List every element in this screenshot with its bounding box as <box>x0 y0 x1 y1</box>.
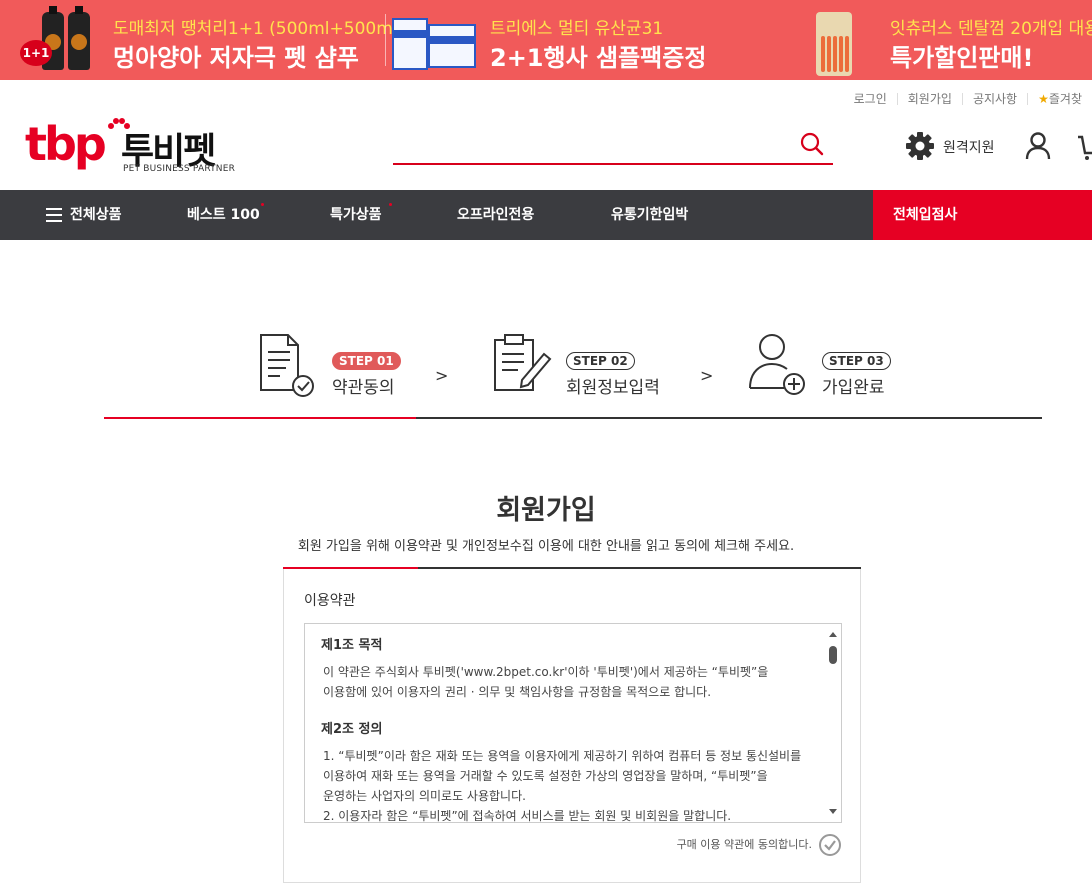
terms-section: 이용약관 제1조 목적 이 약관은 주식회사 투비펫('www.2bpet.co… <box>283 567 861 883</box>
article-text: 운영하는 사업자의 의미로도 사용합니다. <box>323 789 526 803</box>
dental-gum-image <box>816 12 852 76</box>
step-label: 약관동의 <box>332 378 395 398</box>
check-circle-icon <box>819 834 841 856</box>
gear-icon <box>906 132 934 160</box>
site-logo[interactable]: tbp 투비펫 PET BUSINESS PARTNER <box>25 117 235 174</box>
clipboard-edit-icon <box>494 334 552 391</box>
terms-top-line <box>283 567 861 569</box>
remote-support-label: 원격지원 <box>943 140 995 156</box>
scroll-down-icon[interactable] <box>829 809 837 814</box>
terms-agree-checkbox[interactable]: 구매 이용 약관에 동의합니다. <box>677 833 842 857</box>
search-bar <box>393 127 833 165</box>
promo-line1: 잇츄러스 덴탈껌 20개입 대용량 <box>890 19 1092 39</box>
shampoo-bottle-image <box>68 6 90 70</box>
article-text: 이용함에 있어 이용자의 권리 · 의무 및 책임사항을 규정함을 목적으로 합… <box>323 685 712 699</box>
bookmark-link[interactable]: ★즐겨찾 <box>1027 93 1092 105</box>
promo-line1: 도매최저 땡처리1+1 (500ml+500ml) <box>113 19 405 39</box>
menu-icon <box>46 208 62 222</box>
step-progress-line <box>104 417 1042 419</box>
promo-line1: 트리에스 멀티 유산균31 <box>490 19 664 39</box>
article-title: 제2조 정의 <box>321 722 383 737</box>
join-link[interactable]: 회원가입 <box>896 93 962 105</box>
promo-line2: 멍아양아 저자극 펫 샴푸 <box>113 44 359 72</box>
promo-item-dentalgum[interactable]: 잇츄러스 덴탈껌 20개입 대용량 특가할인판매! <box>790 0 1092 80</box>
bookmark-label: 즐겨찾 <box>1048 92 1082 106</box>
terms-agree-label: 구매 이용 약관에 동의합니다. <box>676 838 812 851</box>
article-text: 1. “투비펫”이라 함은 재화 또는 용역을 이용자에게 제공하기 위하여 컴… <box>323 749 802 763</box>
probiotic-box-image <box>392 18 428 70</box>
page-description: 회원 가입을 위해 이용약관 및 개인정보수집 이용에 대한 안내를 읽고 동의… <box>297 539 795 554</box>
search-icon[interactable] <box>799 131 825 157</box>
step-badge: STEP 01 <box>332 352 401 370</box>
promo-item-probiotic[interactable]: 트리에스 멀티 유산균31 2+1행사 샘플팩증정 <box>386 0 786 80</box>
terms-scrollbar[interactable] <box>825 624 841 822</box>
nav-item-best[interactable]: 베스트 100 <box>187 190 260 240</box>
signup-steps: STEP 01 약관동의 > STEP 02 회원정보입력 > STEP 03 … <box>104 320 1042 420</box>
step-label: 회원정보입력 <box>566 378 660 398</box>
article-title: 제1조 목적 <box>321 638 383 653</box>
promo-line2: 특가할인판매! <box>890 44 1034 72</box>
nav-item-all[interactable]: 전체상품 <box>70 190 122 240</box>
nav-item-wholesale[interactable]: 전체입점사 <box>873 190 1092 240</box>
promo-badge: 1+1 <box>20 40 52 66</box>
step-badge: STEP 02 <box>566 352 635 370</box>
article-text: 2. 이용자라 함은 “투비펫”에 접속하여 서비스를 받는 회원 및 비회원을… <box>323 809 732 823</box>
logo-mark: tbp <box>25 117 107 171</box>
scroll-up-icon[interactable] <box>829 632 837 637</box>
util-links: 로그인 회원가입 공지사항 ★즐겨찾 <box>844 92 1092 106</box>
nav-item-sale[interactable]: 특가상품 <box>330 190 382 240</box>
nav-item-wholesale-label: 전체입점사 <box>893 207 958 223</box>
terms-scrollbox[interactable]: 제1조 목적 이 약관은 주식회사 투비펫('www.2bpet.co.kr'이… <box>304 623 842 823</box>
article-text: 이용하여 재화 또는 용역을 거래할 수 있도록 설정한 가상의 영업장을 말하… <box>323 769 768 783</box>
nav-item-offline[interactable]: 오프라인전용 <box>457 190 534 240</box>
step-arrow: > <box>435 366 449 385</box>
page-title: 회원가입 <box>496 495 596 526</box>
user-icon[interactable] <box>1024 131 1052 161</box>
star-icon: ★ <box>1038 92 1049 106</box>
user-add-icon <box>749 334 805 395</box>
scroll-thumb[interactable] <box>829 646 837 664</box>
probiotic-box-image <box>428 24 476 68</box>
promo-banner: 1+1 도매최저 땡처리1+1 (500ml+500ml) 멍아양아 저자극 펫… <box>0 0 1092 80</box>
login-link[interactable]: 로그인 <box>844 93 897 105</box>
document-check-icon <box>260 334 314 397</box>
nav-item-expiry[interactable]: 유통기한임박 <box>611 190 688 240</box>
search-input[interactable] <box>393 127 793 163</box>
new-dot <box>389 203 392 206</box>
step-arrow: > <box>700 366 714 385</box>
new-dot <box>261 203 264 206</box>
main-nav: 전체상품 베스트 100 특가상품 오프라인전용 유통기한임박 전체입점사 <box>0 190 1092 240</box>
article-text: 이 약관은 주식회사 투비펫('www.2bpet.co.kr'이하 '투비펫'… <box>323 665 769 679</box>
promo-line2: 2+1행사 샘플팩증정 <box>490 44 707 72</box>
notice-link[interactable]: 공지사항 <box>961 93 1027 105</box>
promo-item-shampoo[interactable]: 1+1 도매최저 땡처리1+1 (500ml+500ml) 멍아양아 저자극 펫… <box>0 0 404 80</box>
step-label: 가입완료 <box>822 378 885 398</box>
logo-subtitle: PET BUSINESS PARTNER <box>123 164 236 174</box>
terms-heading: 이용약관 <box>304 593 356 609</box>
step-badge: STEP 03 <box>822 352 891 370</box>
cart-icon[interactable] <box>1078 131 1092 161</box>
